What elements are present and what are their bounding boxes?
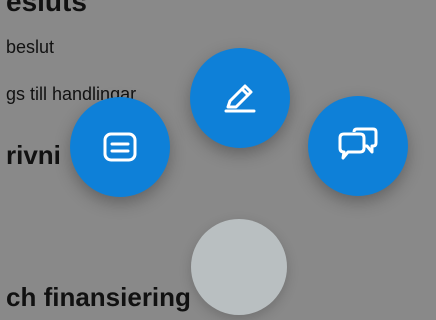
screenshot-frame: esluts beslut gs till handlingar rivni c… <box>0 0 436 320</box>
edit-action-button[interactable] <box>190 48 290 148</box>
fab-toggle-button[interactable] <box>191 219 287 315</box>
pencil-edit-icon <box>218 76 262 120</box>
chat-action-button[interactable] <box>308 96 408 196</box>
message-square-icon <box>98 125 142 169</box>
chat-bubbles-icon <box>334 122 382 170</box>
message-action-button[interactable] <box>70 97 170 197</box>
